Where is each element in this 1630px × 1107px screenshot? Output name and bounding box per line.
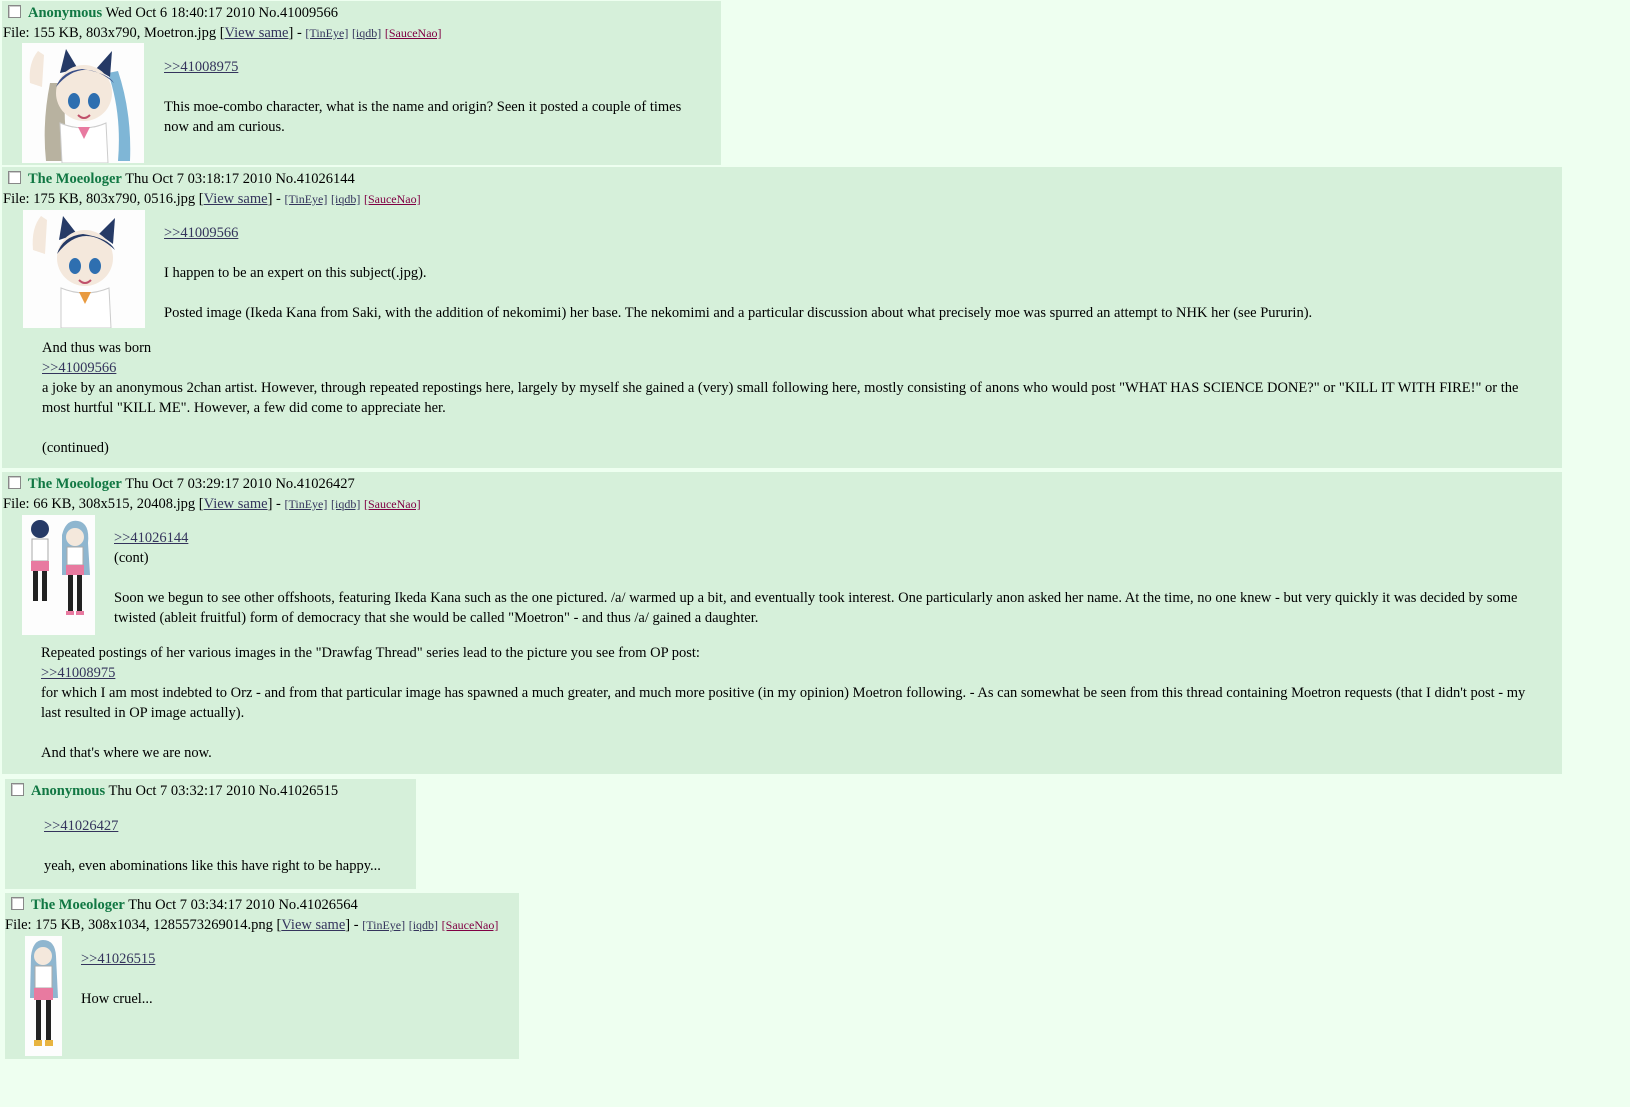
saucenao-link[interactable]: [SauceNao] <box>442 918 499 932</box>
post-text: a joke by an anonymous 2chan artist. How… <box>42 380 1519 416</box>
poster-name: The Moeologer <box>28 171 122 187</box>
tineye-link[interactable]: [TinEye] <box>284 192 327 206</box>
post-header: The Moeologer Thu Oct 7 03:29:17 2010 No… <box>8 474 355 494</box>
post-number[interactable]: No.41026564 <box>278 897 357 913</box>
poster-name: The Moeologer <box>28 476 122 492</box>
post-number[interactable]: No.41026144 <box>275 171 354 187</box>
quote-link[interactable]: >>41008975 <box>164 59 238 75</box>
post-text: How cruel... <box>81 991 153 1007</box>
post-text: for which I am most indebted to Orz - an… <box>41 685 1526 721</box>
post-41009566: Anonymous Wed Oct 6 18:40:17 2010 No.410… <box>2 1 721 165</box>
post-text: And thus was born <box>42 340 152 356</box>
post-date: Thu Oct 7 03:34:17 2010 <box>128 897 275 913</box>
post-number[interactable]: No.41009566 <box>259 5 338 21</box>
file-info: File: 175 KB, 308x1034, 1285573269014.pn… <box>5 917 499 933</box>
file-info: File: 66 KB, 308x515, 20408.jpg [View sa… <box>3 496 421 512</box>
tineye-link[interactable]: [TinEye] <box>305 26 348 40</box>
post-thumbnail[interactable] <box>23 210 145 328</box>
post-body: >>41026515 How cruel... <box>81 949 501 1009</box>
quote-link[interactable]: >>41026427 <box>44 818 118 834</box>
iqdb-link[interactable]: [iqdb] <box>409 918 438 932</box>
poster-name: The Moeologer <box>31 897 125 913</box>
post-date: Thu Oct 7 03:32:17 2010 <box>108 783 256 799</box>
view-same-link[interactable]: View same <box>204 496 268 512</box>
post-text: This moe-combo character, what is the na… <box>164 99 682 135</box>
post-text: Soon we begun to see other offshoots, fe… <box>114 590 1518 626</box>
poster-name: Anonymous <box>28 5 103 21</box>
iqdb-link[interactable]: [iqdb] <box>352 26 381 40</box>
view-same-link[interactable]: View same <box>204 191 268 207</box>
saucenao-link[interactable]: [SauceNao] <box>364 497 421 511</box>
post-body-bottom: And thus was born >>41009566 a joke by a… <box>42 338 1542 458</box>
post-header: The Moeologer Thu Oct 7 03:18:17 2010 No… <box>8 169 355 189</box>
post-text: Repeated postings of her various images … <box>41 645 700 661</box>
post-header: The Moeologer Thu Oct 7 03:34:17 2010 No… <box>11 895 358 915</box>
quote-link[interactable]: >>41026515 <box>81 951 155 967</box>
file-info: File: 175 KB, 803x790, 0516.jpg [View sa… <box>3 191 421 207</box>
post-text: (cont) <box>114 550 149 566</box>
delete-checkbox[interactable] <box>11 783 24 796</box>
post-thumbnail[interactable] <box>22 515 95 635</box>
post-body-top: >>41026144 (cont) Soon we begun to see o… <box>114 528 1544 628</box>
post-number[interactable]: No.41026427 <box>275 476 354 492</box>
post-thumbnail[interactable] <box>25 936 62 1056</box>
quote-link[interactable]: >>41009566 <box>42 360 116 376</box>
post-header: Anonymous Wed Oct 6 18:40:17 2010 No.410… <box>8 3 338 23</box>
post-41026144: The Moeologer Thu Oct 7 03:18:17 2010 No… <box>2 167 1562 468</box>
post-body: >>41026427 yeah, even abominations like … <box>44 816 414 876</box>
post-41026515: Anonymous Thu Oct 7 03:32:17 2010 No.410… <box>5 779 416 889</box>
post-header: Anonymous Thu Oct 7 03:32:17 2010 No.410… <box>11 781 338 801</box>
post-date: Thu Oct 7 03:29:17 2010 <box>125 476 272 492</box>
delete-checkbox[interactable] <box>8 171 21 184</box>
view-same-link[interactable]: View same <box>281 917 345 933</box>
delete-checkbox[interactable] <box>11 897 24 910</box>
quote-link[interactable]: >>41008975 <box>41 665 115 681</box>
post-thumbnail[interactable] <box>22 43 144 163</box>
post-41026564: The Moeologer Thu Oct 7 03:34:17 2010 No… <box>5 893 519 1059</box>
poster-name: Anonymous <box>31 783 106 799</box>
delete-checkbox[interactable] <box>8 5 21 18</box>
file-info: File: 155 KB, 803x790, Moetron.jpg [View… <box>3 25 442 41</box>
view-same-link[interactable]: View same <box>225 25 289 41</box>
post-date: Wed Oct 6 18:40:17 2010 <box>105 5 255 21</box>
saucenao-link[interactable]: [SauceNao] <box>364 192 421 206</box>
tineye-link[interactable]: [TinEye] <box>362 918 405 932</box>
post-text: I happen to be an expert on this subject… <box>164 265 427 281</box>
tineye-link[interactable]: [TinEye] <box>284 497 327 511</box>
post-body-bottom: Repeated postings of her various images … <box>41 643 1541 763</box>
post-body: >>41008975 This moe-combo character, wha… <box>164 57 704 137</box>
post-text: Posted image (Ikeda Kana from Saki, with… <box>164 305 1313 321</box>
post-date: Thu Oct 7 03:18:17 2010 <box>125 171 272 187</box>
post-text: (continued) <box>42 440 109 456</box>
delete-checkbox[interactable] <box>8 476 21 489</box>
post-number[interactable]: No.41026515 <box>259 783 338 799</box>
iqdb-link[interactable]: [iqdb] <box>331 192 360 206</box>
post-body-top: >>41009566 I happen to be an expert on t… <box>164 223 1544 323</box>
post-41026427: The Moeologer Thu Oct 7 03:29:17 2010 No… <box>2 472 1562 774</box>
saucenao-link[interactable]: [SauceNao] <box>385 26 442 40</box>
post-text: yeah, even abominations like this have r… <box>44 858 381 874</box>
quote-link[interactable]: >>41026144 <box>114 530 188 546</box>
post-text: And that's where we are now. <box>41 745 212 761</box>
iqdb-link[interactable]: [iqdb] <box>331 497 360 511</box>
quote-link[interactable]: >>41009566 <box>164 225 238 241</box>
